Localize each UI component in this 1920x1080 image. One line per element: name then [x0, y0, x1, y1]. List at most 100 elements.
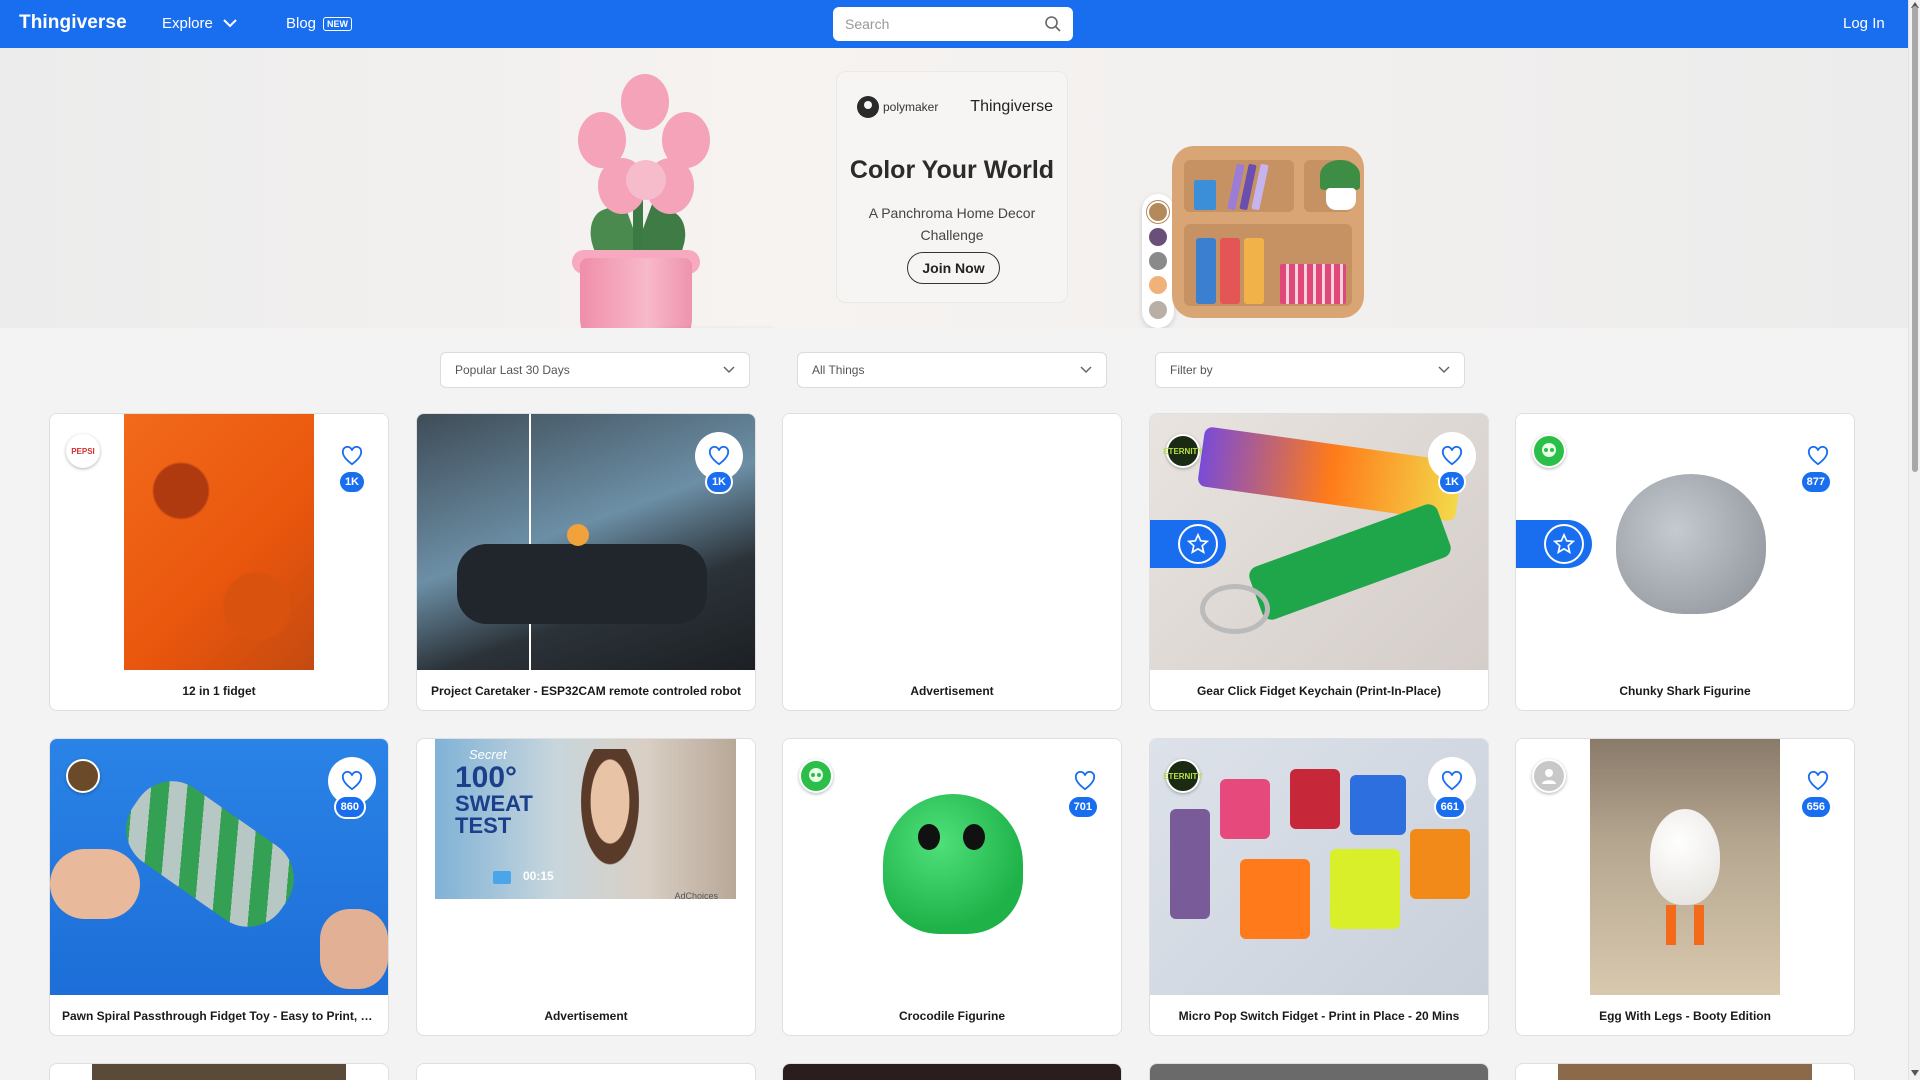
- thing-card[interactable]: 877 Chunky Shark Figurine: [1515, 413, 1855, 711]
- play-icon[interactable]: [493, 871, 511, 884]
- challenge-card: polymaker Thingiverse Color Your World A…: [836, 71, 1068, 303]
- thing-card[interactable]: ETERNITY 1K Gear Click Fidget Keychain (…: [1149, 413, 1489, 711]
- chevron-down-icon: [223, 19, 237, 28]
- color-swatch[interactable]: [1149, 227, 1167, 246]
- crocodile-eye: [918, 824, 940, 850]
- scroll-down-arrow-icon[interactable]: [1911, 1070, 1919, 1076]
- ad-card[interactable]: Secret 100° SWEAT TEST 00:15 AdChoices A…: [416, 738, 756, 1036]
- color-swatch[interactable]: [1149, 276, 1167, 295]
- thing-card[interactable]: [1149, 1063, 1489, 1080]
- spiral-fidget: [110, 765, 310, 943]
- thing-card[interactable]: PEPSI 1K 12 in 1 fidget: [49, 413, 389, 711]
- fidget-block: [1240, 859, 1310, 939]
- thing-title[interactable]: Micro Pop Switch Fidget - Print in Place…: [1162, 1009, 1476, 1023]
- like-count: 701: [1066, 795, 1099, 819]
- user-icon: [1542, 769, 1556, 784]
- fidget-block: [1290, 769, 1340, 829]
- featured-badge[interactable]: [1150, 520, 1226, 568]
- thing-title[interactable]: Crocodile Figurine: [795, 1009, 1109, 1023]
- ad-headline: 100°: [455, 761, 518, 794]
- adchoices-link[interactable]: AdChoices: [674, 891, 718, 899]
- binder-illustration: [1220, 238, 1240, 304]
- color-swatch[interactable]: [1149, 251, 1167, 270]
- binder-illustration: [1196, 238, 1216, 304]
- type-dropdown[interactable]: All Things: [797, 352, 1107, 388]
- thing-card[interactable]: [782, 1063, 1122, 1080]
- heart-icon: [1074, 771, 1096, 791]
- creator-avatar[interactable]: ETERNITY: [1163, 759, 1203, 793]
- green-keychain: [1246, 501, 1454, 623]
- shark-figure: [1616, 474, 1766, 614]
- heart-icon: [1807, 771, 1829, 791]
- creator-avatar[interactable]: PEPSI: [66, 434, 100, 468]
- thing-title[interactable]: Egg With Legs - Booty Edition: [1528, 1009, 1842, 1023]
- filter-label: Filter by: [1170, 363, 1213, 377]
- ad-timer: 00:15: [523, 869, 554, 883]
- thing-title[interactable]: Project Caretaker - ESP32CAM remote cont…: [429, 684, 743, 698]
- new-badge: NEW: [323, 16, 353, 31]
- creator-avatar[interactable]: [66, 759, 100, 793]
- color-swatch[interactable]: [1149, 203, 1167, 222]
- thing-title[interactable]: Gear Click Fidget Keychain (Print-In-Pla…: [1162, 684, 1476, 698]
- binder-illustration: [1244, 238, 1264, 304]
- shelf-illustration: [1172, 146, 1364, 318]
- ad-headline: TEST: [455, 813, 512, 838]
- thing-image[interactable]: [1558, 1064, 1812, 1080]
- page-scrollbar[interactable]: [1908, 0, 1920, 1080]
- color-swatch[interactable]: [1149, 300, 1167, 319]
- thingiverse-label: Thingiverse: [970, 98, 1053, 115]
- thing-card[interactable]: ETERNITY 661 Micro Pop Switch Fidget - P…: [1149, 738, 1489, 1036]
- top-navbar: Thingiverse Explore Blog NEW Log In: [0, 0, 1908, 48]
- crocodile-eye: [963, 824, 985, 850]
- creator-avatar[interactable]: [1532, 759, 1566, 793]
- thing-title[interactable]: Pawn Spiral Passthrough Fidget Toy - Eas…: [62, 1009, 376, 1023]
- thing-title[interactable]: 12 in 1 fidget: [62, 684, 376, 698]
- promo-banner[interactable]: polymaker Thingiverse Color Your World A…: [0, 48, 1908, 328]
- star-icon: [1553, 533, 1575, 554]
- thing-image[interactable]: [92, 1064, 346, 1080]
- thing-image[interactable]: [1150, 1064, 1488, 1080]
- fidget-block: [1330, 849, 1400, 929]
- thing-card[interactable]: [49, 1063, 389, 1080]
- like-count: 1K: [1437, 470, 1466, 494]
- fidget-block: [1170, 809, 1210, 919]
- creator-avatar[interactable]: ETERNITY: [1163, 434, 1203, 468]
- filter-dropdown[interactable]: Filter by: [1155, 352, 1465, 388]
- like-count: 877: [1799, 470, 1832, 494]
- search-input[interactable]: [833, 7, 1073, 41]
- featured-badge[interactable]: [1516, 520, 1592, 568]
- polymaker-mark-icon: [857, 96, 879, 118]
- ad-slot[interactable]: [783, 414, 1121, 670]
- ad-label: Advertisement: [544, 1009, 628, 1023]
- scroll-thumb[interactable]: [1912, 6, 1918, 472]
- sort-dropdown[interactable]: Popular Last 30 Days: [440, 352, 750, 388]
- egg-photo: [1590, 739, 1780, 995]
- crocodile-figure: [883, 794, 1023, 934]
- thing-card[interactable]: [1515, 1063, 1855, 1080]
- logo[interactable]: Thingiverse: [19, 12, 127, 34]
- thing-card[interactable]: 656 Egg With Legs - Booty Edition: [1515, 738, 1855, 1036]
- explore-menu[interactable]: Explore: [162, 15, 237, 32]
- chevron-down-icon: [723, 366, 735, 374]
- blog-link[interactable]: Blog NEW: [286, 15, 353, 32]
- thing-card[interactable]: 701 Crocodile Figurine: [782, 738, 1122, 1036]
- like-count: 860: [333, 795, 366, 819]
- login-link[interactable]: Log In: [1843, 15, 1885, 32]
- like-count: 661: [1433, 795, 1466, 819]
- creator-avatar[interactable]: [1532, 434, 1566, 468]
- chevron-down-icon: [1438, 366, 1450, 374]
- video-ad[interactable]: Secret 100° SWEAT TEST 00:15 AdChoices: [435, 739, 736, 899]
- thing-image[interactable]: [783, 1064, 1121, 1080]
- thing-card[interactable]: 860 Pawn Spiral Passthrough Fidget Toy -…: [49, 738, 389, 1036]
- thing-title[interactable]: Chunky Shark Figurine: [1528, 684, 1842, 698]
- ad-brand: Secret: [469, 747, 507, 762]
- image-divider: [529, 414, 531, 670]
- creator-avatar[interactable]: [799, 759, 833, 793]
- thing-card[interactable]: 1K Project Caretaker - ESP32CAM remote c…: [416, 413, 756, 711]
- color-swatch-column: [1142, 194, 1174, 328]
- search-icon[interactable]: [1044, 15, 1062, 33]
- ad-card[interactable]: Advertisement: [782, 413, 1122, 711]
- join-now-button[interactable]: Join Now: [907, 252, 1000, 284]
- thing-card[interactable]: [416, 1063, 756, 1080]
- featured-circle: [1544, 524, 1584, 564]
